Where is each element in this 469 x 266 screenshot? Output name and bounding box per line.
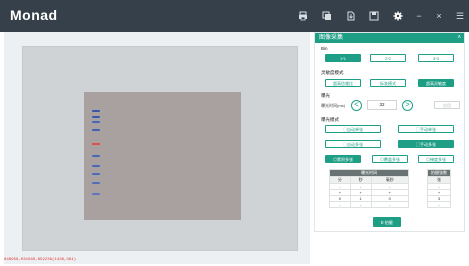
mode-high-snr-button[interactable]: 超高信噪比 [325,79,361,87]
marker-band [92,129,100,131]
printer-icon[interactable] [298,11,308,21]
capture-count-header: 拍摄张数 [427,169,451,177]
decrement-seconds[interactable]: - [349,201,372,208]
decrement-minutes[interactable]: - [329,201,351,208]
overlay-multi-button[interactable]: ◎覆盖多张 [372,155,408,163]
exposure-apply-button[interactable]: 应用 [434,101,460,109]
bin-label: Bin [321,46,328,51]
cursor-coords: 848959,031566,852236(1438,381) [4,258,77,262]
marker-band [92,143,100,145]
auto-single-button[interactable]: ◯自动单张 [325,125,381,133]
decrement-count[interactable]: - [427,201,451,208]
capture-count-table: 拍摄张数 张 - + 3 - [427,169,451,208]
settings-icon[interactable] [393,11,403,21]
close-icon[interactable]: × [434,11,444,21]
minimize-icon[interactable]: − [414,11,424,21]
bin-option-1x1[interactable]: 1*1 [325,54,361,62]
marker-band [92,110,100,112]
mode-standard-button[interactable]: 标准模式 [370,79,406,87]
exposure-time-input[interactable]: 32 [367,100,397,110]
blot-membrane [84,92,241,220]
column-header: 分 [329,176,351,184]
gradient-multi-button[interactable]: ◎梯度多张 [418,155,454,163]
marker-band [92,155,100,157]
decrement-ms[interactable]: - [370,201,410,208]
marker-band [92,182,100,184]
marker-band [92,121,100,123]
cumulative-multi-button[interactable]: ◎累积多张 [325,155,361,163]
save-icon[interactable] [369,11,379,21]
menu-icon[interactable]: ☰ [455,11,465,21]
manual-single-button[interactable]: ▢手动单张 [398,125,454,133]
panel-header[interactable]: 图像采集 ˄ [315,33,464,43]
title-bar: Monad − × ☰ [0,0,469,32]
marker-band [92,165,100,167]
exposure-increase-button[interactable]: > [402,100,413,111]
image-viewer[interactable] [4,32,310,264]
mode-high-sensitivity-button[interactable]: 超高灵敏度 [418,79,454,87]
acquisition-panel: 图像采集 ˄ Bin 1*1 2*2 3*3 灵敏度模式 超高信噪比 标准模式 … [314,32,465,232]
camera-icon: ⌷ [381,220,384,225]
auto-multi-button[interactable]: ◯自动多张 [325,140,381,148]
marker-band [92,116,100,118]
export-icon[interactable] [346,11,356,21]
bin-option-2x2[interactable]: 2*2 [370,54,406,62]
column-header: 秒 [349,176,372,184]
exposure-time-label: 曝光时间(ms) [321,103,345,108]
app-logo: Monad [10,7,58,23]
copy-icon[interactable] [322,11,332,21]
exposure-time-header: 曝光时间 [329,169,409,177]
mode-label: 灵敏度模式 [321,70,344,75]
manual-multi-button[interactable]: ▢手动多张 [398,140,454,148]
exposure-decrease-button[interactable]: < [351,100,362,111]
panel-title: 图像采集 [319,35,344,41]
exposure-label: 曝光 [321,93,330,98]
column-header: 张 [427,176,451,184]
capture-button[interactable]: ⌷ 拍摄 [373,217,401,227]
bin-option-3x3[interactable]: 3*3 [418,54,454,62]
marker-band [92,173,100,175]
column-header: 毫秒 [370,176,410,184]
chevron-up-icon[interactable]: ˄ [457,33,461,43]
capture-mode-label: 曝光模式 [321,117,339,122]
exposure-time-table: 曝光时间 分 秒 毫秒 - - - + + + 0 1 0 - - - [329,169,410,208]
marker-band [92,193,100,195]
